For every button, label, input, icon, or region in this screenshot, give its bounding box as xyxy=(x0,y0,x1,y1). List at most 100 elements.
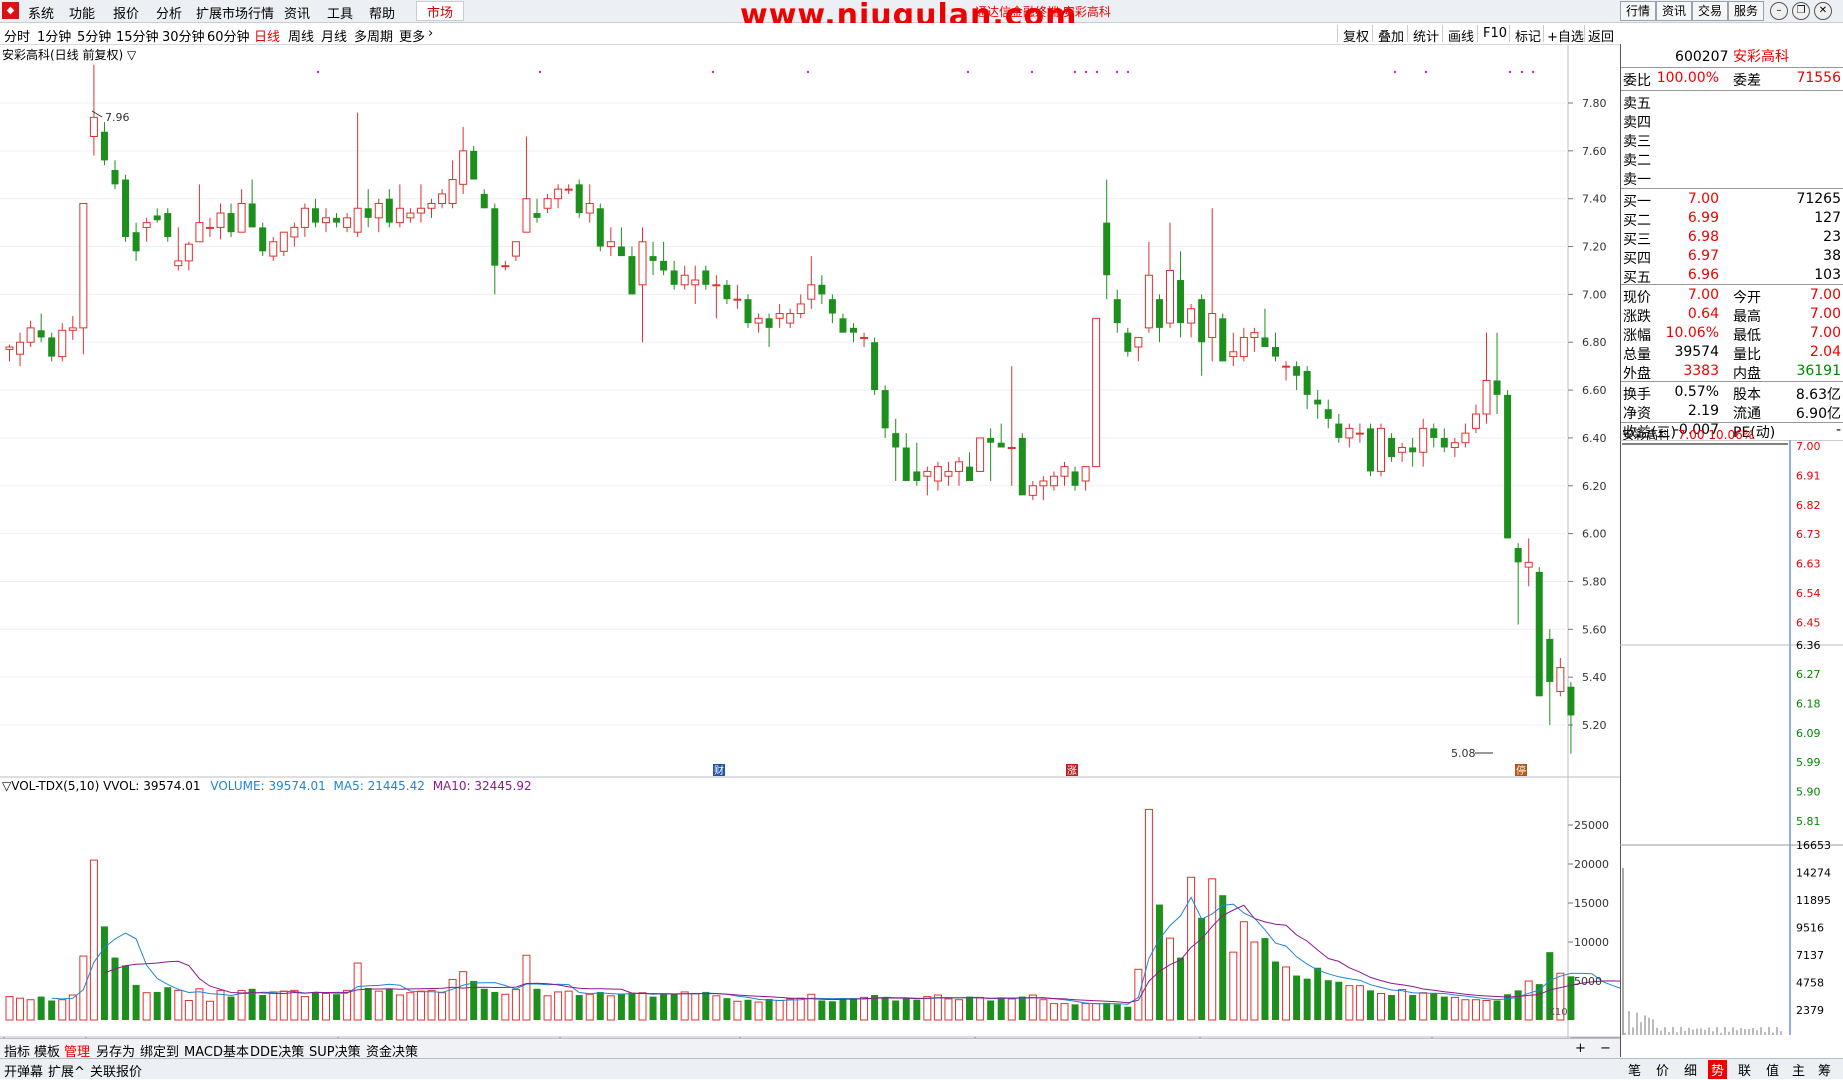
period-daily[interactable]: 日线 xyxy=(254,26,280,45)
volume-bar xyxy=(184,1000,193,1021)
menu-help[interactable]: 帮助 xyxy=(369,3,395,22)
kline-chart[interactable]: 7.80 7.60 7.40 7.20 7.00 6.80 6.60 6.40 6.20 6.00… xyxy=(0,45,1620,1038)
volume-bar xyxy=(638,992,647,1021)
rtab-value[interactable]: 值 xyxy=(1766,1060,1779,1079)
period-15min[interactable]: 15分钟 xyxy=(116,26,159,45)
bid-row[interactable]: 买四 6.97 38 xyxy=(1621,248,1843,267)
rtab-linked[interactable]: 联 xyxy=(1738,1060,1751,1079)
tool-statistics[interactable]: 统计 xyxy=(1413,26,1439,45)
menu-analysis[interactable]: 分析 xyxy=(156,3,182,22)
menu-quote[interactable]: 报价 xyxy=(113,3,139,22)
candle-body xyxy=(1567,686,1575,716)
volume-bar xyxy=(1419,992,1428,1021)
tool-add-favorite[interactable]: +自选 xyxy=(1547,26,1584,45)
top-button-service[interactable]: 服务 xyxy=(1728,1,1765,21)
status-linked-quote[interactable]: 关联报价 xyxy=(90,1061,142,1080)
ask-row[interactable]: 卖一 xyxy=(1621,169,1843,188)
candle-body xyxy=(68,327,77,331)
menu-tools[interactable]: 工具 xyxy=(327,3,353,22)
volume-bar xyxy=(892,1000,900,1020)
order-ratio-label: 委比 xyxy=(1623,73,1651,89)
volume-bar xyxy=(1514,990,1522,1020)
stat-value: 2.04 xyxy=(1809,344,1841,360)
candle-body xyxy=(1366,428,1374,472)
period-5min[interactable]: 5分钟 xyxy=(77,26,111,45)
ask-row[interactable]: 卖二 xyxy=(1621,150,1843,169)
minimize-icon[interactable]: – xyxy=(1770,2,1788,20)
top-button-trade[interactable]: 交易 xyxy=(1692,1,1729,21)
mini-axis-up-label: 6.45 xyxy=(1796,616,1821,629)
zoom-in-icon[interactable]: + xyxy=(1575,1041,1586,1056)
candle-body xyxy=(596,208,604,247)
chevron-right-icon[interactable]: › xyxy=(428,26,433,41)
period-monthly[interactable]: 月线 xyxy=(321,26,347,45)
bid-row[interactable]: 买二 6.99 127 xyxy=(1621,210,1843,229)
zoom-out-icon[interactable]: − xyxy=(1600,1041,1611,1056)
volume-bar xyxy=(1028,994,1037,1021)
rtab-trades[interactable]: 笔 xyxy=(1628,1060,1641,1079)
candle-body xyxy=(1282,365,1291,368)
tool-draw[interactable]: 画线 xyxy=(1448,26,1474,45)
period-1min[interactable]: 1分钟 xyxy=(37,26,71,45)
volume-bar xyxy=(902,998,910,1020)
ask-row[interactable]: 卖四 xyxy=(1621,112,1843,131)
top-button-quotes[interactable]: 行情 xyxy=(1620,1,1657,21)
close-icon[interactable]: ✕ xyxy=(1814,2,1832,20)
restore-icon[interactable]: ❐ xyxy=(1792,2,1810,20)
volume-bar xyxy=(300,996,309,1021)
candle-body xyxy=(1293,366,1301,376)
menu-function[interactable]: 功能 xyxy=(69,3,95,22)
volume-bar xyxy=(153,991,161,1020)
volume-value: VOLUME: 39574.01 xyxy=(210,779,326,793)
period-more[interactable]: 更多 xyxy=(399,26,425,45)
candle-body xyxy=(1471,413,1480,429)
period-30min[interactable]: 30分钟 xyxy=(162,26,205,45)
menu-news[interactable]: 资讯 xyxy=(284,3,310,22)
rtab-price[interactable]: 价 xyxy=(1656,1060,1669,1079)
tool-adjust[interactable]: 复权 xyxy=(1343,26,1369,45)
volume-bar xyxy=(311,991,319,1020)
volume-bar xyxy=(322,992,330,1021)
volume-bar xyxy=(1314,967,1322,1020)
bid-price: 6.98 xyxy=(1687,229,1719,245)
candle-body xyxy=(913,471,921,481)
rtab-main[interactable]: 主 xyxy=(1792,1060,1805,1079)
ask-row[interactable]: 卖三 xyxy=(1621,131,1843,150)
top-button-news[interactable]: 资讯 xyxy=(1656,1,1693,21)
bid-row[interactable]: 买一 7.00 71265 xyxy=(1621,191,1843,210)
period-toolbar: 分时 1分钟 5分钟 15分钟 30分钟 60分钟 日线 周线 月线 多周期 更… xyxy=(0,23,1620,45)
status-extend[interactable]: 扩展^ xyxy=(48,1061,85,1080)
rtab-trend[interactable]: 势 xyxy=(1708,1060,1728,1079)
price-axis-label: 7.80 xyxy=(1582,97,1607,110)
candle-body xyxy=(142,222,151,228)
menu-system[interactable]: 系统 xyxy=(28,3,54,22)
period-weekly[interactable]: 周线 xyxy=(288,26,314,45)
rtab-detail[interactable]: 细 xyxy=(1684,1060,1697,1079)
intraday-mini-chart[interactable]: 7.00 6.91 6.82 6.73 6.63 6.54 6.45 6.36 6.27 6.18… xyxy=(1620,440,1843,1057)
candle-body xyxy=(1198,299,1206,343)
ask-row[interactable]: 卖五 xyxy=(1621,93,1843,112)
rtab-chips[interactable]: 筹 xyxy=(1818,1060,1831,1079)
volume-bar xyxy=(470,981,478,1020)
tool-mark[interactable]: 标记 xyxy=(1515,26,1541,45)
ma10-line xyxy=(104,904,1620,1004)
toggle-danmaku[interactable]: 开弹幕 xyxy=(4,1061,43,1080)
menu-extended-market[interactable]: 扩展市场行情 xyxy=(196,3,274,22)
volume-bar xyxy=(1303,978,1311,1020)
period-intraday[interactable]: 分时 xyxy=(4,26,30,45)
volume-bar xyxy=(122,965,130,1020)
candle-body xyxy=(470,150,478,180)
tool-f10[interactable]: F10 xyxy=(1483,26,1507,41)
period-multi[interactable]: 多周期 xyxy=(354,26,393,45)
tool-back[interactable]: 返回 xyxy=(1588,26,1614,45)
price-axis-label: 7.20 xyxy=(1582,241,1607,254)
menu-market[interactable]: 市场 xyxy=(416,1,465,21)
volume-indicator-label[interactable]: ▽VOL-TDX(5,10) VVOL: 39574.01 xyxy=(2,779,201,793)
fundamental-value: 0.57% xyxy=(1674,384,1719,400)
volume-bar xyxy=(554,991,563,1021)
tool-overlay[interactable]: 叠加 xyxy=(1378,26,1404,45)
signal-dot xyxy=(1084,70,1088,74)
bid-row[interactable]: 买三 6.98 23 xyxy=(1621,229,1843,248)
candle-body xyxy=(1377,427,1385,472)
period-60min[interactable]: 60分钟 xyxy=(207,26,250,45)
